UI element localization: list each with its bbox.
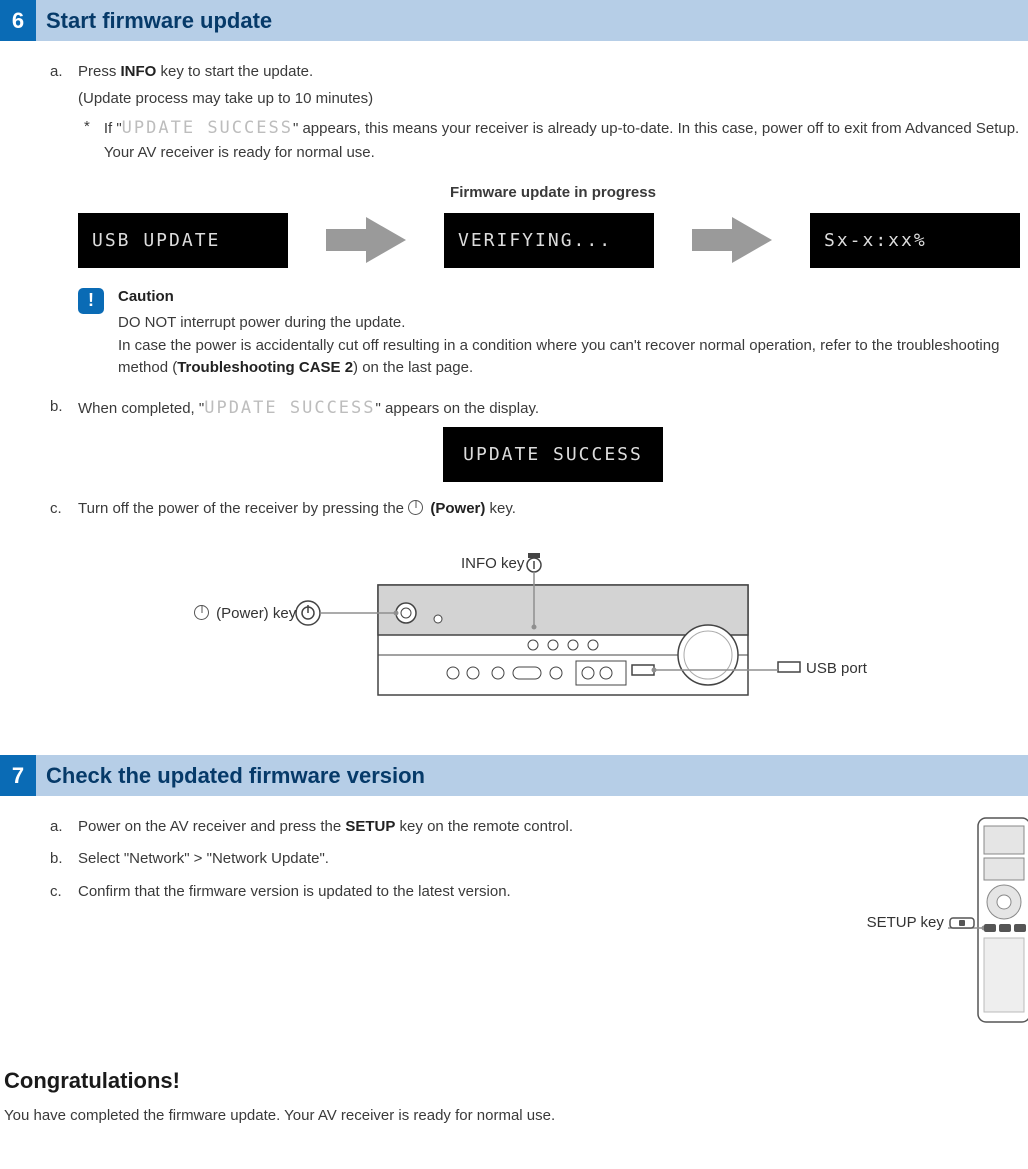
step-6a-text: Press INFO key to start the update. — [78, 63, 313, 80]
section-7-title: Check the updated firmware version — [36, 755, 435, 796]
lcd-progress-pct: Sx-x:xx% — [810, 213, 1020, 268]
info-key-label: INFO key — [461, 553, 524, 576]
usb-port-label: USB port — [806, 658, 867, 681]
step-6a-asterisk-note: * If "UPDATE SUCCESS" appears, this mean… — [78, 116, 1028, 164]
section-6-number: 6 — [0, 0, 36, 41]
lcd-text-inline: UPDATE SUCCESS — [204, 398, 375, 418]
section-6-title: Start firmware update — [36, 0, 282, 41]
step-7a-marker: a. — [50, 816, 63, 839]
lcd-text-inline: UPDATE SUCCESS — [122, 118, 293, 138]
remote-diagram: SETUP key — [926, 816, 1028, 1026]
receiver-diagram: INFO key (Power) key USB port — [78, 535, 1028, 735]
step-6b-marker: b. — [50, 396, 63, 419]
step-7a: a. Power on the AV receiver and press th… — [78, 816, 830, 839]
section-6-body: a. Press INFO key to start the update. (… — [0, 53, 1028, 755]
arrow-icon — [692, 217, 772, 263]
asterisk-marker: * — [84, 116, 90, 164]
section-7-number: 7 — [0, 755, 36, 796]
lcd-usb-update: USB UPDATE — [78, 213, 288, 268]
section-7-header: 7 Check the updated firmware version — [0, 755, 1028, 796]
section-7-body: SETUP key a. Power on the AV receiver an… — [0, 808, 1028, 1036]
step-6b: b. When completed, "UPDATE SUCCESS" appe… — [78, 396, 1028, 483]
progress-row: USB UPDATE VERIFYING... Sx-x:xx% — [78, 213, 1028, 268]
lcd-verifying: VERIFYING... — [444, 213, 654, 268]
receiver-diagram-svg — [78, 535, 978, 735]
congratulations-text: You have completed the firmware update. … — [0, 1105, 1028, 1128]
arrow-icon — [326, 217, 406, 263]
caution-block: ! Caution DO NOT interrupt power during … — [78, 286, 1028, 380]
step-6a-note: (Update process may take up to 10 minute… — [78, 88, 1028, 111]
setup-key-label: SETUP key — [867, 912, 976, 935]
step-7c-marker: c. — [50, 881, 62, 904]
caution-line1: DO NOT interrupt power during the update… — [118, 312, 1028, 335]
power-icon — [408, 500, 423, 515]
step-7b: b. Select "Network" > "Network Update". — [78, 848, 830, 871]
step-7b-marker: b. — [50, 848, 63, 871]
step-6a-marker: a. — [50, 61, 63, 84]
step-6a: a. Press INFO key to start the update. (… — [78, 61, 1028, 380]
caution-line2: In case the power is accidentally cut of… — [118, 335, 1028, 380]
step-6c-marker: c. — [50, 498, 62, 521]
caution-title: Caution — [118, 286, 1028, 309]
power-key-label: (Power) key — [194, 603, 296, 626]
congratulations-title: Congratulations! — [0, 1064, 1028, 1097]
step-6c: c. Turn off the power of the receiver by… — [78, 498, 1028, 735]
lcd-update-success: UPDATE SUCCESS — [443, 427, 663, 482]
section-6-header: 6 Start firmware update — [0, 0, 1028, 41]
progress-title: Firmware update in progress — [78, 182, 1028, 205]
caution-icon: ! — [78, 288, 104, 314]
step-7c: c. Confirm that the firmware version is … — [78, 881, 830, 904]
power-icon — [194, 605, 209, 620]
